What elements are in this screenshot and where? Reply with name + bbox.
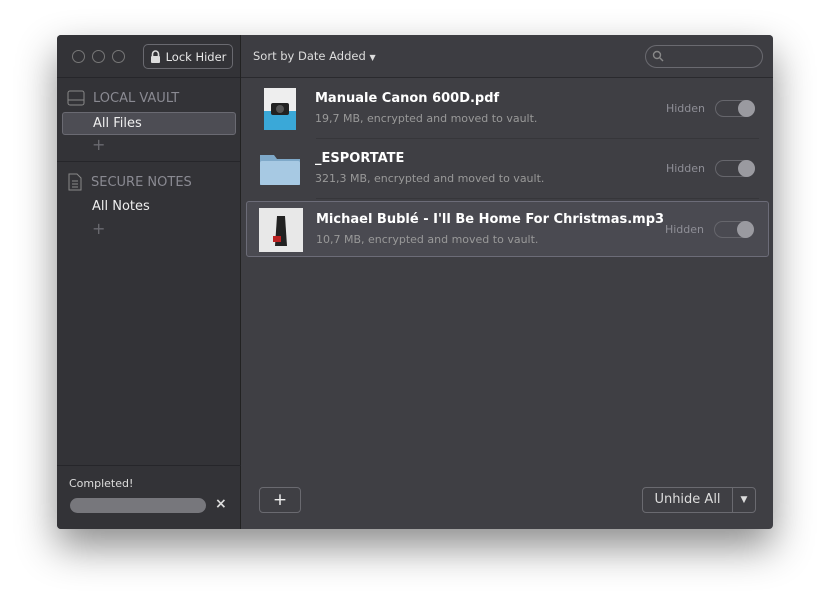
hidden-label: Hidden: [665, 102, 705, 115]
lock-hider-button[interactable]: Lock Hider: [143, 44, 233, 69]
sidebar-item-all-files[interactable]: All Files: [62, 112, 236, 135]
file-row-selected[interactable]: Michael Bublé - I'll Be Home For Christm…: [246, 201, 769, 257]
file-meta: 10,7 MB, encrypted and moved to vault.: [316, 233, 539, 246]
sidebar-item-all-notes[interactable]: All Notes: [62, 196, 236, 219]
secure-notes-header: SECURE NOTES: [57, 170, 240, 194]
hidden-label: Hidden: [664, 223, 704, 236]
chevron-down-icon: ▼: [369, 53, 376, 62]
window-controls: Lock Hider: [57, 35, 240, 78]
hard-drive-icon: [67, 90, 85, 106]
hidden-label: Hidden: [665, 162, 705, 175]
pdf-thumbnail-icon: [264, 88, 296, 130]
unhide-all-button[interactable]: Unhide All ▼: [642, 487, 756, 513]
divider: [57, 161, 240, 162]
status-text: Completed!: [69, 477, 134, 490]
note-icon: [68, 173, 82, 191]
lock-icon: [150, 50, 160, 63]
add-file-button[interactable]: +: [259, 487, 301, 513]
folder-icon: [260, 155, 300, 185]
section-title: LOCAL VAULT: [93, 90, 180, 106]
add-note-button[interactable]: +: [57, 219, 240, 239]
add-vault-item-button[interactable]: +: [57, 135, 240, 155]
file-name: Manuale Canon 600D.pdf: [315, 91, 500, 106]
local-vault-header: LOCAL VAULT: [57, 86, 240, 110]
file-meta: 19,7 MB, encrypted and moved to vault.: [315, 112, 538, 125]
lock-hider-label: Lock Hider: [165, 49, 227, 64]
file-name: Michael Bublé - I'll Be Home For Christm…: [316, 212, 665, 227]
dismiss-status-button[interactable]: ×: [215, 496, 227, 512]
hidden-toggle[interactable]: [714, 221, 754, 238]
chevron-down-icon[interactable]: ▼: [733, 488, 755, 512]
status-area: Completed! ×: [57, 465, 241, 529]
sort-label: Sort by Date Added: [253, 49, 366, 63]
search-input[interactable]: [645, 45, 763, 68]
zoom-window-button[interactable]: [112, 50, 125, 63]
search-icon: [652, 50, 664, 62]
file-name: _ESPORTATE: [315, 151, 405, 166]
close-window-button[interactable]: [72, 50, 85, 63]
hidden-toggle[interactable]: [715, 100, 755, 117]
sidebar: Lock Hider LOCAL VAULT All Files + SECUR…: [57, 35, 241, 529]
app-window: Lock Hider LOCAL VAULT All Files + SECUR…: [57, 35, 773, 529]
file-row[interactable]: _ESPORTATE 321,3 MB, encrypted and moved…: [246, 141, 769, 199]
progress-bar: [70, 498, 206, 513]
file-meta: 321,3 MB, encrypted and moved to vault.: [315, 172, 545, 185]
file-row[interactable]: Manuale Canon 600D.pdf 19,7 MB, encrypte…: [246, 81, 769, 139]
album-art-icon: [259, 208, 303, 252]
sort-dropdown[interactable]: Sort by Date Added ▼: [253, 49, 376, 63]
unhide-all-label[interactable]: Unhide All: [643, 488, 733, 512]
toolbar: Sort by Date Added ▼: [241, 35, 773, 78]
section-title: SECURE NOTES: [91, 174, 192, 190]
hidden-toggle[interactable]: [715, 160, 755, 177]
minimize-window-button[interactable]: [92, 50, 105, 63]
